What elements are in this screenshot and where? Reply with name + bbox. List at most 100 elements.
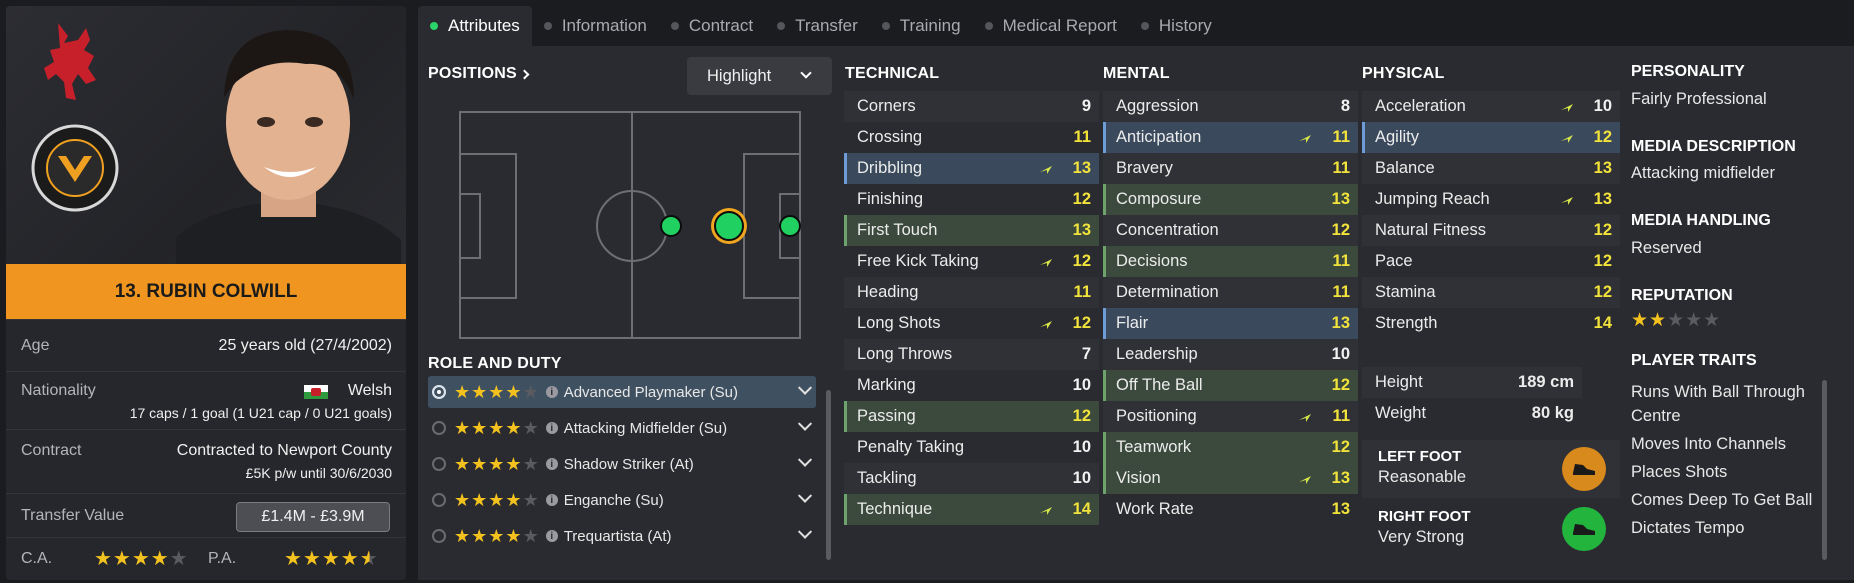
tab-medical-report[interactable]: Medical Report [973,6,1129,46]
attribute-name: Determination [1116,283,1219,301]
attribute-name: Dribbling [857,159,923,177]
attribute-row[interactable]: Determination 11 [1103,277,1358,308]
attribute-row[interactable]: Technique 14 [844,494,1099,525]
tab-information[interactable]: Information [532,6,659,46]
tab-attributes[interactable]: Attributes [418,6,532,46]
nationality-value[interactable]: Welsh [348,382,392,400]
attribute-row[interactable]: Leadership 10 [1103,339,1358,370]
club-badge-icon [31,124,119,212]
trait-item: Places Shots [1631,463,1728,481]
attribute-row[interactable]: Penalty Taking 10 [844,432,1099,463]
transfer-value-badge[interactable]: £1.4M - £3.9M [236,502,390,532]
role-option[interactable]: ★★★★★ i Shadow Striker (At) [428,448,816,480]
attribute-value: 10 [1072,376,1091,394]
attribute-row[interactable]: Anticipation 11 [1103,122,1358,153]
attribute-value: 8 [1340,97,1350,115]
position-dot-st[interactable] [779,215,801,237]
role-duty-title: ROLE AND DUTY [428,355,562,372]
trait-item: Moves Into Channels [1631,435,1787,453]
progress-arrow-icon [1040,506,1052,515]
attribute-row[interactable]: Concentration 12 [1103,215,1358,246]
attribute-row[interactable]: Teamwork 12 [1103,432,1358,463]
attribute-name: Acceleration [1375,97,1466,115]
wales-dragon-icon [44,23,96,100]
roles-scrollbar[interactable] [826,390,831,560]
attribute-row[interactable]: Tackling 10 [844,463,1099,494]
attribute-row[interactable]: Natural Fitness 12 [1362,215,1620,246]
role-option[interactable]: ★★★★★ i Advanced Playmaker (Su) [428,376,816,408]
contract-value[interactable]: Contracted to Newport County [177,442,392,460]
attribute-row[interactable]: Acceleration 10 [1362,91,1620,122]
tab-transfer[interactable]: Transfer [765,6,870,46]
chevron-down-icon[interactable] [797,524,813,539]
left-foot-label: LEFT FOOT [1378,448,1462,465]
chevron-down-icon [800,67,812,79]
role-option[interactable]: ★★★★★ i Trequartista (At) [428,520,816,552]
attribute-name: Stamina [1375,283,1436,301]
attribute-row[interactable]: Strength 14 [1362,308,1620,339]
attribute-row[interactable]: Pace 12 [1362,246,1620,277]
role-option[interactable]: ★★★★★ i Enganche (Su) [428,484,816,516]
attribute-row[interactable]: Aggression 8 [1103,91,1358,122]
attribute-row[interactable]: Off The Ball 12 [1103,370,1358,401]
info-icon[interactable]: i [545,422,558,434]
status-dot-icon [1140,22,1149,30]
attribute-row[interactable]: Jumping Reach 13 [1362,184,1620,215]
traits-scrollbar[interactable] [1822,380,1827,560]
attribute-row[interactable]: Finishing 12 [844,184,1099,215]
chevron-down-icon[interactable] [797,416,813,431]
attribute-row[interactable]: Bravery 11 [1103,153,1358,184]
radio-icon[interactable] [432,493,446,507]
position-dot-cm[interactable] [660,215,682,237]
contract-detail: £5K p/w until 30/6/2030 [245,465,392,481]
attribute-row[interactable]: Stamina 12 [1362,277,1620,308]
attribute-row[interactable]: Work Rate 13 [1103,494,1358,525]
attribute-row[interactable]: Free Kick Taking 12 [844,246,1099,277]
attribute-row[interactable]: Passing 12 [844,401,1099,432]
pa-stars: ★★★★★ [284,548,379,570]
position-dot-amc[interactable] [714,211,744,241]
tab-label: Attributes [448,16,520,35]
info-icon[interactable]: i [545,386,558,398]
tab-training[interactable]: Training [870,6,973,46]
attribute-row[interactable]: Vision 13 [1103,463,1358,494]
positions-link[interactable]: POSITIONS [428,65,530,83]
attribute-row[interactable]: Dribbling 13 [844,153,1099,184]
attribute-row[interactable]: Positioning 11 [1103,401,1358,432]
info-icon[interactable]: i [545,458,558,470]
attribute-row[interactable]: Heading 11 [844,277,1099,308]
left-foot-row: LEFT FOOT Reasonable [1362,440,1620,498]
attribute-row[interactable]: Long Shots 12 [844,308,1099,339]
attribute-row[interactable]: First Touch 13 [844,215,1099,246]
attribute-row[interactable]: Crossing 11 [844,122,1099,153]
highlight-dropdown[interactable]: Highlight [687,57,832,95]
radio-icon[interactable] [432,457,446,471]
tab-contract[interactable]: Contract [659,6,765,46]
attribute-name: Flair [1116,314,1149,332]
attribute-row[interactable]: Long Throws 7 [844,339,1099,370]
attribute-row[interactable]: Agility 12 [1362,122,1620,153]
chevron-down-icon[interactable] [797,452,813,467]
status-dot-icon [543,22,552,30]
trait-item: Dictates Tempo [1631,519,1745,537]
ability-row: C.A. ★★★★★ P.A. ★★★★★ [6,537,406,580]
radio-icon[interactable] [432,421,446,435]
chevron-down-icon[interactable] [797,380,813,395]
info-icon[interactable]: i [545,530,558,542]
attribute-row[interactable]: Decisions 11 [1103,246,1358,277]
attribute-row[interactable]: Composure 13 [1103,184,1358,215]
tab-history[interactable]: History [1129,6,1224,46]
physical-attributes: Acceleration 10 Agility 12 Balance 13 Jumping … [1362,91,1620,339]
role-option[interactable]: ★★★★★ i Attacking Midfielder (Su) [428,412,816,444]
player-name-header: 13. RUBIN COLWILL [6,264,406,319]
radio-icon[interactable] [432,529,446,543]
attribute-row[interactable]: Flair 13 [1103,308,1358,339]
attribute-row[interactable]: Marking 10 [844,370,1099,401]
attribute-value: 12 [1331,376,1350,394]
radio-icon[interactable] [432,385,446,399]
attribute-row[interactable]: Corners 9 [844,91,1099,122]
attribute-value: 13 [1331,469,1350,487]
info-icon[interactable]: i [545,494,558,506]
attribute-row[interactable]: Balance 13 [1362,153,1620,184]
chevron-down-icon[interactable] [797,488,813,503]
